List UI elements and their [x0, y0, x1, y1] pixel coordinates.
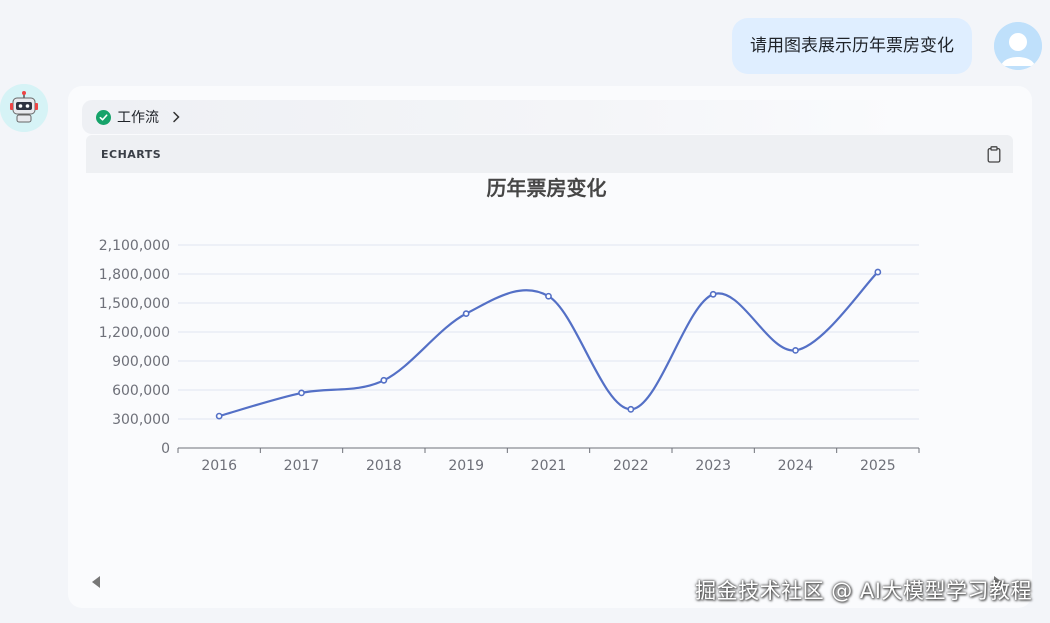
line-chart: 历年票房变化 0 300,000 600,000 900,000 1,200,000 1,5…: [99, 176, 920, 474]
chart-title: 历年票房变化: [487, 176, 607, 200]
data-point: [462, 310, 470, 318]
scroll-left-icon[interactable]: [90, 575, 102, 589]
y-tick-label: 0: [161, 441, 170, 457]
code-language-label: ECHARTS: [101, 147, 162, 161]
x-tick-label: 2024: [778, 458, 814, 474]
user-avatar: [994, 22, 1042, 70]
y-tick-label: 600,000: [112, 383, 170, 399]
data-point: [792, 346, 799, 354]
clipboard-icon[interactable]: [987, 145, 1001, 163]
y-tick-label: 1,200,000: [99, 325, 170, 341]
chevron-right-icon: [171, 111, 181, 123]
y-tick-label: 300,000: [112, 412, 170, 428]
x-tick-label: 2023: [695, 458, 731, 474]
data-point: [215, 412, 223, 420]
user-message-row: 请用图表展示历年票房变化: [732, 18, 1042, 74]
code-block-header: ECHARTS: [86, 135, 1013, 173]
x-tick-label: 2025: [860, 458, 896, 474]
x-tick-label: 2021: [531, 458, 567, 474]
y-tick-label: 1,500,000: [99, 296, 170, 312]
chart-area: 历年票房变化 0 300,000 600,000 900,000 1,200,000 1,5…: [86, 173, 1013, 573]
data-point: [709, 290, 717, 298]
y-tick-label: 1,800,000: [99, 267, 170, 283]
y-tick-label: 2,100,000: [99, 238, 170, 254]
x-tick-label: 2016: [201, 458, 237, 474]
x-tick-label: 2022: [613, 458, 649, 474]
data-point: [545, 292, 552, 300]
x-tick-label: 2017: [284, 458, 320, 474]
watermark: 掘金技术社区 @ AI大模型学习教程: [695, 579, 1032, 603]
y-tick-label: 900,000: [112, 354, 170, 370]
robot-icon: [0, 84, 48, 132]
assistant-message-card: 工作流 ECHARTS 历年票房变化 0 300,000 600,000 900,000…: [68, 86, 1032, 608]
data-point: [874, 268, 882, 276]
data-point: [380, 376, 388, 384]
x-tick-label: 2018: [366, 458, 402, 474]
bot-avatar: [0, 84, 48, 132]
x-tick-label: 2019: [448, 458, 484, 474]
workflow-toggle[interactable]: 工作流: [82, 100, 902, 134]
user-message-bubble: 请用图表展示历年票房变化: [732, 18, 972, 74]
user-avatar-icon: [994, 22, 1042, 70]
data-point: [298, 389, 305, 397]
check-circle-icon: [96, 109, 111, 125]
workflow-label: 工作流: [117, 110, 159, 126]
data-point: [627, 405, 635, 413]
